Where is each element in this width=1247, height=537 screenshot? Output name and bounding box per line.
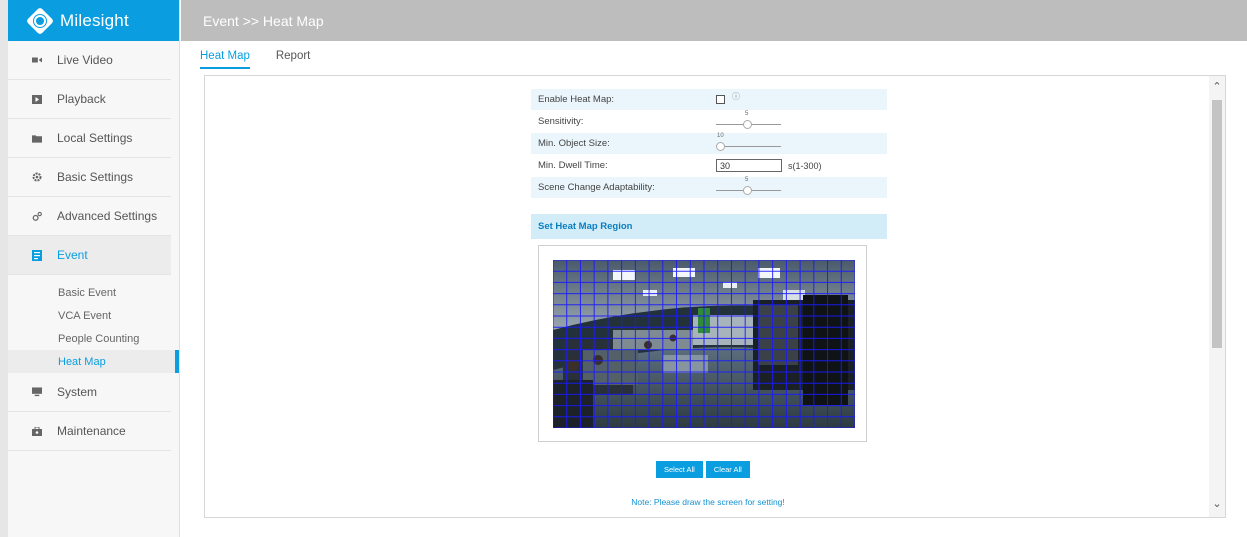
min-object-value: 10 — [717, 133, 724, 139]
playback-icon — [32, 94, 42, 104]
sidebar-item-label: Local Settings — [57, 131, 133, 145]
select-all-button[interactable]: Select All — [656, 461, 703, 478]
sidebar-item-event[interactable]: Event — [8, 236, 171, 275]
sidebar-subitem-vca-event[interactable]: VCA Event — [8, 304, 179, 327]
app-root: Milesight Live Video Playback Local Sett… — [0, 0, 1247, 537]
sidebar-item-live-video[interactable]: Live Video — [8, 41, 171, 80]
sensitivity-slider-handle[interactable] — [743, 120, 752, 129]
sidebar-subitem-basic-event[interactable]: Basic Event — [8, 281, 179, 304]
video-frame — [538, 245, 867, 442]
toolbox-icon — [32, 426, 42, 436]
sidebar: Milesight Live Video Playback Local Sett… — [8, 0, 180, 537]
gear-icon — [32, 172, 42, 182]
min-object-row: Min. Object Size: 10 — [531, 133, 887, 154]
sensitivity-label: Sensitivity: — [538, 116, 584, 127]
note-text: Note: Please draw the screen for setting… — [631, 497, 785, 507]
enable-heat-map-checkbox[interactable] — [716, 95, 725, 104]
sidebar-item-basic-settings[interactable]: Basic Settings — [8, 158, 171, 197]
scrollbar[interactable]: ⌃ ⌄ — [1209, 76, 1225, 517]
edge-strip — [0, 0, 8, 537]
sidebar-item-maintenance[interactable]: Maintenance — [8, 412, 171, 451]
scroll-down-icon[interactable]: ⌄ — [1212, 499, 1222, 510]
sidebar-item-label: Maintenance — [57, 424, 126, 438]
tab-bar: Heat Map Report — [200, 50, 336, 69]
gears-icon — [32, 211, 42, 221]
sidebar-item-playback[interactable]: Playback — [8, 80, 171, 119]
folder-icon — [32, 133, 42, 143]
sidebar-item-local-settings[interactable]: Local Settings — [8, 119, 171, 158]
milesight-logo-icon — [25, 6, 55, 35]
enable-row: Enable Heat Map: ⓘ — [531, 89, 887, 110]
sidebar-item-label: Advanced Settings — [57, 209, 158, 223]
region-buttons: Select All Clear All — [656, 461, 753, 478]
clear-all-button[interactable]: Clear All — [705, 461, 750, 478]
sidebar-subitem-heat-map[interactable]: Heat Map — [8, 350, 179, 373]
heat-map-form: Enable Heat Map: ⓘ Sensitivity: 5 Min. O… — [531, 89, 887, 199]
monitor-icon — [32, 387, 42, 397]
dwell-range: s(1-300) — [788, 160, 822, 171]
dwell-label: Min. Dwell Time: — [538, 160, 608, 171]
breadcrumb: Event >> Heat Map — [203, 12, 324, 29]
brand-name: Milesight — [60, 10, 129, 30]
min-object-slider-handle[interactable] — [716, 142, 725, 151]
sidebar-item-label: Basic Settings — [57, 170, 134, 184]
scene-slider-handle[interactable] — [743, 186, 752, 195]
sidebar-item-system[interactable]: System — [8, 373, 171, 412]
content-panel: ⌃ ⌄ Enable Heat Map: ⓘ Sensitivity: 5 Mi… — [204, 75, 1226, 518]
scroll-thumb[interactable] — [1212, 100, 1222, 348]
dwell-time-input[interactable] — [716, 159, 782, 172]
scene-label: Scene Change Adaptability: — [538, 182, 655, 193]
sidebar-item-label: Event — [57, 248, 88, 262]
sidebar-item-label: Playback — [57, 92, 106, 106]
min-object-slider[interactable]: 10 — [716, 133, 781, 154]
sensitivity-row: Sensitivity: 5 — [531, 111, 887, 132]
enable-label: Enable Heat Map: — [538, 94, 615, 105]
camera-scene — [553, 260, 855, 428]
scene-row: Scene Change Adaptability: 5 — [531, 177, 887, 198]
page-header: Event >> Heat Map — [181, 0, 1247, 41]
sidebar-item-label: Live Video — [57, 53, 113, 67]
tab-heat-map[interactable]: Heat Map — [200, 50, 250, 69]
sensitivity-slider[interactable]: 5 — [716, 111, 781, 132]
min-object-label: Min. Object Size: — [538, 138, 610, 149]
sensitivity-value: 5 — [745, 111, 749, 117]
region-section-title: Set Heat Map Region — [531, 214, 887, 239]
sidebar-item-label: System — [57, 385, 98, 399]
scene-slider[interactable]: 5 — [716, 177, 781, 198]
heat-map-canvas[interactable] — [553, 260, 855, 428]
logo-bar: Milesight — [8, 0, 179, 41]
video-icon — [32, 55, 42, 65]
scene-value: 5 — [745, 177, 749, 183]
tab-report[interactable]: Report — [276, 50, 311, 69]
dwell-row: Min. Dwell Time: s(1-300) — [531, 155, 887, 176]
event-icon — [32, 249, 42, 261]
sidebar-subitem-people-counting[interactable]: People Counting — [8, 327, 179, 350]
sidebar-item-advanced-settings[interactable]: Advanced Settings — [8, 197, 171, 236]
scroll-up-icon[interactable]: ⌃ — [1212, 82, 1222, 93]
info-icon[interactable]: ⓘ — [732, 91, 740, 102]
